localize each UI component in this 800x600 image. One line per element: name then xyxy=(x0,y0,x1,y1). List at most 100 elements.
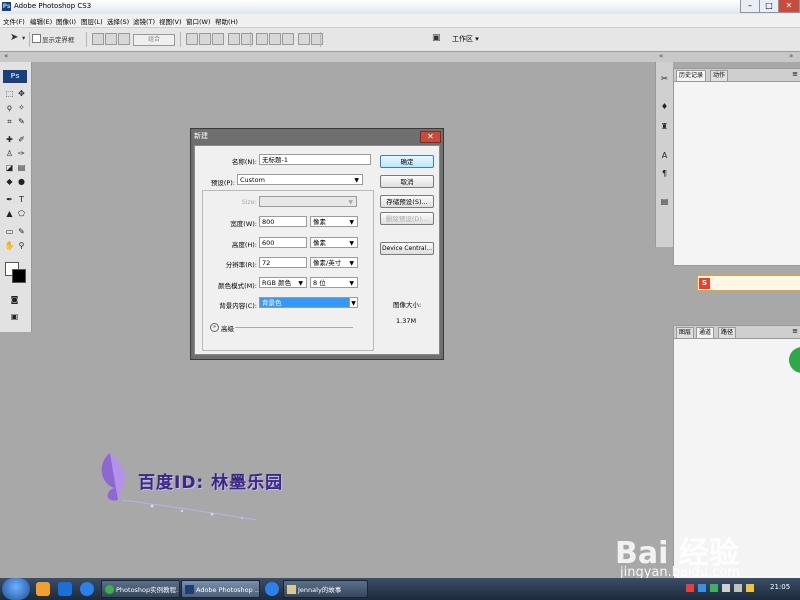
width-unit-select[interactable]: 像素 ▼ xyxy=(310,216,358,227)
menu-filter[interactable]: 滤镜(T) xyxy=(133,16,155,26)
folder-icon[interactable] xyxy=(36,582,50,596)
tray-icon[interactable] xyxy=(710,584,718,592)
hand-tool-icon[interactable]: ✋ xyxy=(4,241,15,251)
zoom-tool-icon[interactable]: ⚲ xyxy=(16,241,27,251)
align-middle-icon[interactable] xyxy=(199,33,211,45)
align-icon[interactable] xyxy=(118,33,130,45)
align-bottom-icon[interactable] xyxy=(212,33,224,45)
align-icon[interactable] xyxy=(105,33,117,45)
collapse-chevron-icon[interactable]: « xyxy=(659,52,663,60)
expand-advanced-icon[interactable]: » xyxy=(210,323,219,332)
tray-icon[interactable] xyxy=(686,584,694,592)
device-central-button[interactable]: Device Central... xyxy=(380,242,434,255)
eraser-tool-icon[interactable]: ◪ xyxy=(4,163,15,173)
combine-button[interactable]: 组合 xyxy=(133,34,175,46)
browser-icon[interactable] xyxy=(58,582,72,596)
clone-source-icon[interactable]: ♜ xyxy=(658,120,671,133)
move-tool-icon[interactable]: ✥ xyxy=(16,89,27,99)
workspace-button[interactable]: 工作区 ▾ xyxy=(452,34,479,44)
path-selection-icon[interactable]: ▲ xyxy=(4,209,15,219)
maximize-button[interactable]: □ xyxy=(759,0,779,13)
menu-select[interactable]: 选择(S) xyxy=(107,16,129,26)
taskbar-item[interactable]: Jennaly的故事 xyxy=(283,580,368,598)
brushes-icon[interactable]: ♦ xyxy=(658,100,671,113)
menu-window[interactable]: 窗口(W) xyxy=(186,16,211,26)
volume-icon[interactable] xyxy=(734,584,742,592)
bit-depth-select[interactable]: 8 位 ▼ xyxy=(310,277,358,288)
healing-brush-icon[interactable]: ✚ xyxy=(4,135,15,145)
network-icon[interactable] xyxy=(722,584,730,592)
align-left-icon[interactable] xyxy=(228,33,240,45)
tab-layers[interactable]: 图层 xyxy=(676,327,695,338)
tab-channels[interactable]: 通道 xyxy=(696,327,715,338)
width-input[interactable]: 800 xyxy=(259,216,307,227)
history-brush-icon[interactable]: ✑ xyxy=(16,149,27,159)
distribute-icon[interactable] xyxy=(256,33,268,45)
distribute-icon[interactable] xyxy=(311,33,323,45)
tab-actions[interactable]: 动作 xyxy=(710,70,729,81)
close-button[interactable]: ✕ xyxy=(778,0,800,13)
menu-help[interactable]: 帮助(H) xyxy=(215,16,238,26)
save-preset-button[interactable]: 存储预设(S)... xyxy=(380,195,434,208)
show-transform-checkbox[interactable] xyxy=(32,34,41,43)
resolution-unit-select[interactable]: 像素/英寸 ▼ xyxy=(310,257,358,268)
collapse-chevron-icon[interactable]: « xyxy=(4,52,8,60)
tab-history[interactable]: 历史记录 xyxy=(676,70,707,81)
height-input[interactable]: 600 xyxy=(259,237,307,248)
color-mode-select[interactable]: RGB 颜色 ▼ xyxy=(259,277,307,288)
dodge-tool-icon[interactable]: ● xyxy=(16,177,27,187)
notes-tool-icon[interactable]: ▭ xyxy=(4,227,15,237)
paragraph-icon[interactable]: ¶ xyxy=(658,167,671,180)
screen-mode-icon[interactable]: ▣ xyxy=(9,312,20,322)
distribute-icon[interactable] xyxy=(269,33,281,45)
preset-select[interactable]: Custom ▼ xyxy=(237,174,363,185)
type-tool-icon[interactable]: T xyxy=(16,195,27,205)
layer-comps-icon[interactable]: ▤ xyxy=(658,195,671,208)
quick-mask-icon[interactable]: ◙ xyxy=(9,295,20,305)
minimize-button[interactable]: – xyxy=(740,0,760,13)
bridge-icon[interactable]: ▣ xyxy=(432,33,441,43)
magic-wand-icon[interactable]: ✧ xyxy=(16,103,27,113)
start-button[interactable] xyxy=(2,578,30,600)
marquee-tool-icon[interactable]: ⬚ xyxy=(4,89,15,99)
ime-toolbar[interactable]: S xyxy=(697,275,800,291)
shape-tool-icon[interactable]: ⬠ xyxy=(16,209,27,219)
tray-icon[interactable] xyxy=(698,584,706,592)
app-icon[interactable] xyxy=(265,582,279,596)
taskbar-item[interactable]: Photoshop实例教程... xyxy=(101,580,180,598)
menu-layer[interactable]: 图层(L) xyxy=(81,16,103,26)
menu-image[interactable]: 图像(I) xyxy=(56,16,76,26)
tab-paths[interactable]: 路径 xyxy=(718,327,737,338)
ok-button[interactable]: 确定 xyxy=(380,155,434,168)
crop-tool-icon[interactable]: ⌗ xyxy=(4,117,15,127)
dialog-close-button[interactable]: ✕ xyxy=(420,131,441,143)
cancel-button[interactable]: 取消 xyxy=(380,175,434,188)
media-icon[interactable] xyxy=(80,582,94,596)
background-color-swatch[interactable] xyxy=(12,269,26,283)
panel-menu-icon[interactable]: ≡ xyxy=(792,327,798,335)
expand-chevron-icon[interactable]: » xyxy=(789,52,793,60)
tool-preset-arrow-icon[interactable]: ▾ xyxy=(22,34,25,42)
clone-stamp-icon[interactable]: ♙ xyxy=(4,149,15,159)
menu-edit[interactable]: 编辑(E) xyxy=(30,16,52,26)
align-icon[interactable] xyxy=(92,33,104,45)
dropdown-arrow-icon[interactable]: ▼ xyxy=(349,297,358,308)
panel-menu-icon[interactable]: ≡ xyxy=(792,70,798,78)
brush-tool-icon[interactable]: ✐ xyxy=(16,135,27,145)
menu-view[interactable]: 视图(V) xyxy=(159,16,182,26)
clock[interactable]: 21:05 xyxy=(770,583,790,591)
gradient-tool-icon[interactable]: ▤ xyxy=(16,163,27,173)
align-center-icon[interactable] xyxy=(241,33,253,45)
taskbar-item[interactable]: Adobe Photoshop ... xyxy=(181,580,260,598)
lasso-tool-icon[interactable]: ϙ xyxy=(4,103,15,113)
height-unit-select[interactable]: 像素 ▼ xyxy=(310,237,358,248)
background-contents-select[interactable]: 背景色 xyxy=(259,297,357,308)
name-input[interactable]: 无标题-1 xyxy=(259,154,371,165)
resolution-input[interactable]: 72 xyxy=(259,257,307,268)
distribute-icon[interactable] xyxy=(282,33,294,45)
pen-tool-icon[interactable]: ✒ xyxy=(4,195,15,205)
distribute-icon[interactable] xyxy=(298,33,310,45)
menu-file[interactable]: 文件(F) xyxy=(3,16,25,26)
tray-icon[interactable] xyxy=(746,584,754,592)
align-top-icon[interactable] xyxy=(186,33,198,45)
